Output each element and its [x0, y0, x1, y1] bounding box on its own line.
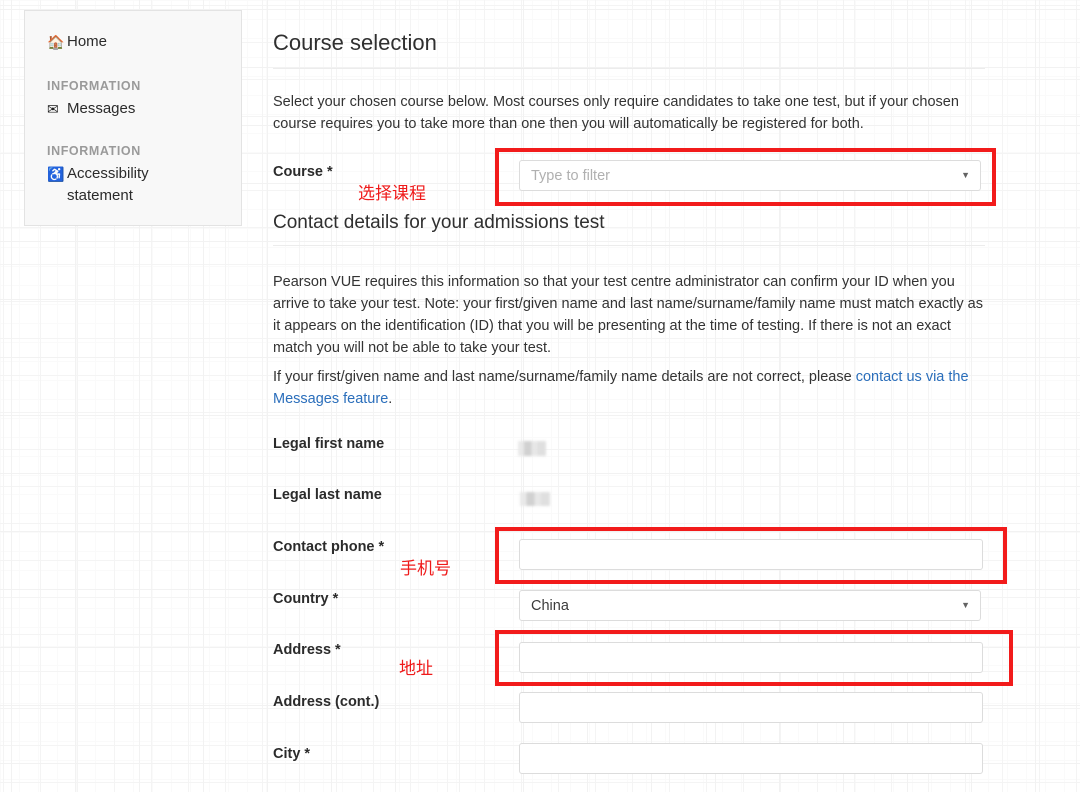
legal-last-name-row: Legal last name	[273, 485, 382, 505]
sidebar-heading-information-1: INFORMATION	[25, 79, 241, 93]
address-cont-input[interactable]	[519, 692, 983, 723]
sidebar: 🏠 Home INFORMATION ✉ Messages INFORMATIO…	[24, 10, 242, 226]
course-label-group: Course *	[273, 162, 333, 182]
legal-first-name-value-redacted	[518, 441, 546, 456]
address-annotation: 地址	[399, 659, 433, 679]
section-title: Contact details for your admissions test	[273, 212, 985, 246]
main-content: Course selection Select your chosen cour…	[273, 0, 1063, 135]
legal-last-name-value-redacted	[520, 492, 550, 506]
country-select-value: China	[531, 598, 953, 614]
chevron-down-icon: ▼	[961, 601, 970, 610]
course-select-value: Type to filter	[531, 168, 953, 184]
sidebar-item-label-home: Home	[67, 31, 107, 53]
city-label: City *	[273, 744, 310, 764]
city-label-group: City *	[273, 744, 310, 764]
page-title: Course selection	[273, 30, 985, 69]
sidebar-heading-information-2: INFORMATION	[25, 144, 241, 158]
address-label-group: Address *	[273, 640, 341, 660]
intro-paragraph: Select your chosen course below. Most co…	[273, 91, 979, 135]
paragraph-name-correction: If your first/given name and last name/s…	[273, 366, 983, 410]
city-input[interactable]	[519, 743, 983, 774]
legal-first-name-row: Legal first name	[273, 434, 384, 454]
envelope-icon: ✉	[47, 98, 67, 120]
contact-phone-label: Contact phone *	[273, 537, 384, 557]
address-input[interactable]	[519, 642, 983, 673]
address-cont-label: Address (cont.)	[273, 692, 379, 712]
chevron-down-icon: ▼	[961, 171, 970, 180]
sidebar-item-accessibility-statement[interactable]: ♿ Accessibility statement	[25, 161, 241, 209]
contact-phone-label-group: Contact phone *	[273, 537, 384, 557]
course-annotation: 选择课程	[358, 184, 426, 204]
sidebar-item-home[interactable]: 🏠 Home	[25, 29, 241, 55]
country-label: Country *	[273, 589, 338, 609]
legal-first-name-label: Legal first name	[273, 434, 384, 454]
course-label: Course *	[273, 162, 333, 182]
sidebar-item-label-accessibility: Accessibility statement	[67, 163, 195, 207]
country-label-group: Country *	[273, 589, 338, 609]
sidebar-item-label-messages: Messages	[67, 98, 135, 120]
contact-phone-annotation: 手机号	[400, 559, 451, 579]
accessibility-icon: ♿	[47, 163, 67, 185]
legal-last-name-label: Legal last name	[273, 485, 382, 505]
sidebar-item-messages[interactable]: ✉ Messages	[25, 96, 241, 122]
address-label: Address *	[273, 640, 341, 660]
paragraph-suffix: .	[388, 391, 392, 407]
paragraph-prefix: If your first/given name and last name/s…	[273, 369, 856, 385]
contact-phone-input[interactable]	[519, 539, 983, 570]
paragraph-id-match: Pearson VUE requires this information so…	[273, 271, 983, 359]
course-select[interactable]: Type to filter ▼	[519, 160, 981, 191]
page-root: 🏠 Home INFORMATION ✉ Messages INFORMATIO…	[0, 0, 1080, 792]
address-cont-label-group: Address (cont.)	[273, 692, 379, 712]
country-select[interactable]: China ▼	[519, 590, 981, 621]
home-icon: 🏠	[47, 31, 67, 53]
